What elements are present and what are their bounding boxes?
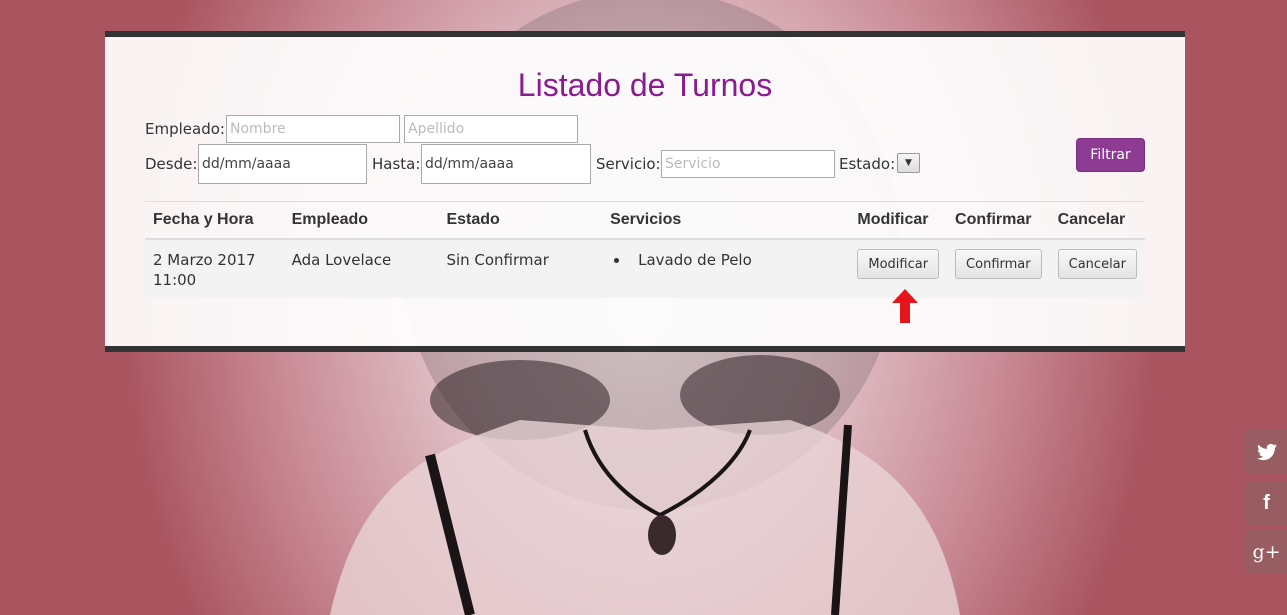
nombre-input[interactable]: [226, 115, 400, 143]
header-cancelar: Cancelar: [1049, 201, 1145, 240]
servicio-label: Servicio:: [596, 155, 661, 173]
header-estado: Estado: [438, 201, 603, 240]
fecha-time: 11:00: [153, 271, 197, 289]
estado-cell: Sin Confirmar: [438, 239, 603, 298]
header-empleado: Empleado: [283, 201, 439, 240]
cancelar-button[interactable]: Cancelar: [1057, 249, 1137, 279]
header-modificar: Modificar: [849, 201, 948, 240]
servicios-list: Lavado de Pelo: [610, 250, 841, 270]
filtrar-button[interactable]: Filtrar: [1076, 138, 1145, 172]
up-arrow-annotation-icon: [892, 289, 918, 323]
desde-date-input[interactable]: [198, 144, 367, 184]
table-header-row: Fecha y Hora Empleado Estado Servicios M…: [145, 201, 1145, 240]
turnos-table: Fecha y Hora Empleado Estado Servicios M…: [145, 201, 1145, 298]
confirmar-cell: Confirmar: [947, 239, 1050, 298]
facebook-icon[interactable]: f: [1246, 481, 1287, 525]
twitter-icon[interactable]: [1246, 430, 1287, 474]
hasta-label: Hasta:: [372, 155, 421, 173]
turnos-panel: Listado de Turnos Empleado: Desde: Hasta…: [105, 31, 1185, 352]
servicio-input[interactable]: [661, 150, 835, 178]
header-fecha: Fecha y Hora: [145, 201, 284, 240]
fecha-cell: 2 Marzo 2017 11:00: [145, 239, 284, 298]
hasta-date-input[interactable]: [421, 144, 591, 184]
desde-label: Desde:: [145, 155, 198, 173]
modificar-button[interactable]: Modificar: [857, 249, 940, 279]
page-title: Listado de Turnos: [517, 67, 773, 103]
list-item: Lavado de Pelo: [630, 250, 841, 270]
chevron-down-icon: ▼: [905, 158, 912, 168]
empleado-label: Empleado:: [145, 120, 225, 138]
estado-select[interactable]: ▼: [897, 153, 920, 173]
google-plus-icon[interactable]: g+: [1246, 530, 1287, 574]
fecha-date: 2 Marzo 2017: [153, 251, 256, 269]
confirmar-button[interactable]: Confirmar: [955, 249, 1042, 279]
header-servicios: Servicios: [602, 201, 850, 240]
estado-label: Estado:: [839, 155, 896, 173]
servicios-cell: Lavado de Pelo: [602, 239, 850, 298]
table-row: 2 Marzo 2017 11:00 Ada Lovelace Sin Conf…: [145, 239, 1145, 298]
cancelar-cell: Cancelar: [1049, 239, 1145, 298]
twitter-bird-icon: [1256, 443, 1277, 461]
empleado-cell: Ada Lovelace: [283, 239, 439, 298]
header-confirmar: Confirmar: [947, 201, 1050, 240]
apellido-input[interactable]: [404, 115, 578, 143]
